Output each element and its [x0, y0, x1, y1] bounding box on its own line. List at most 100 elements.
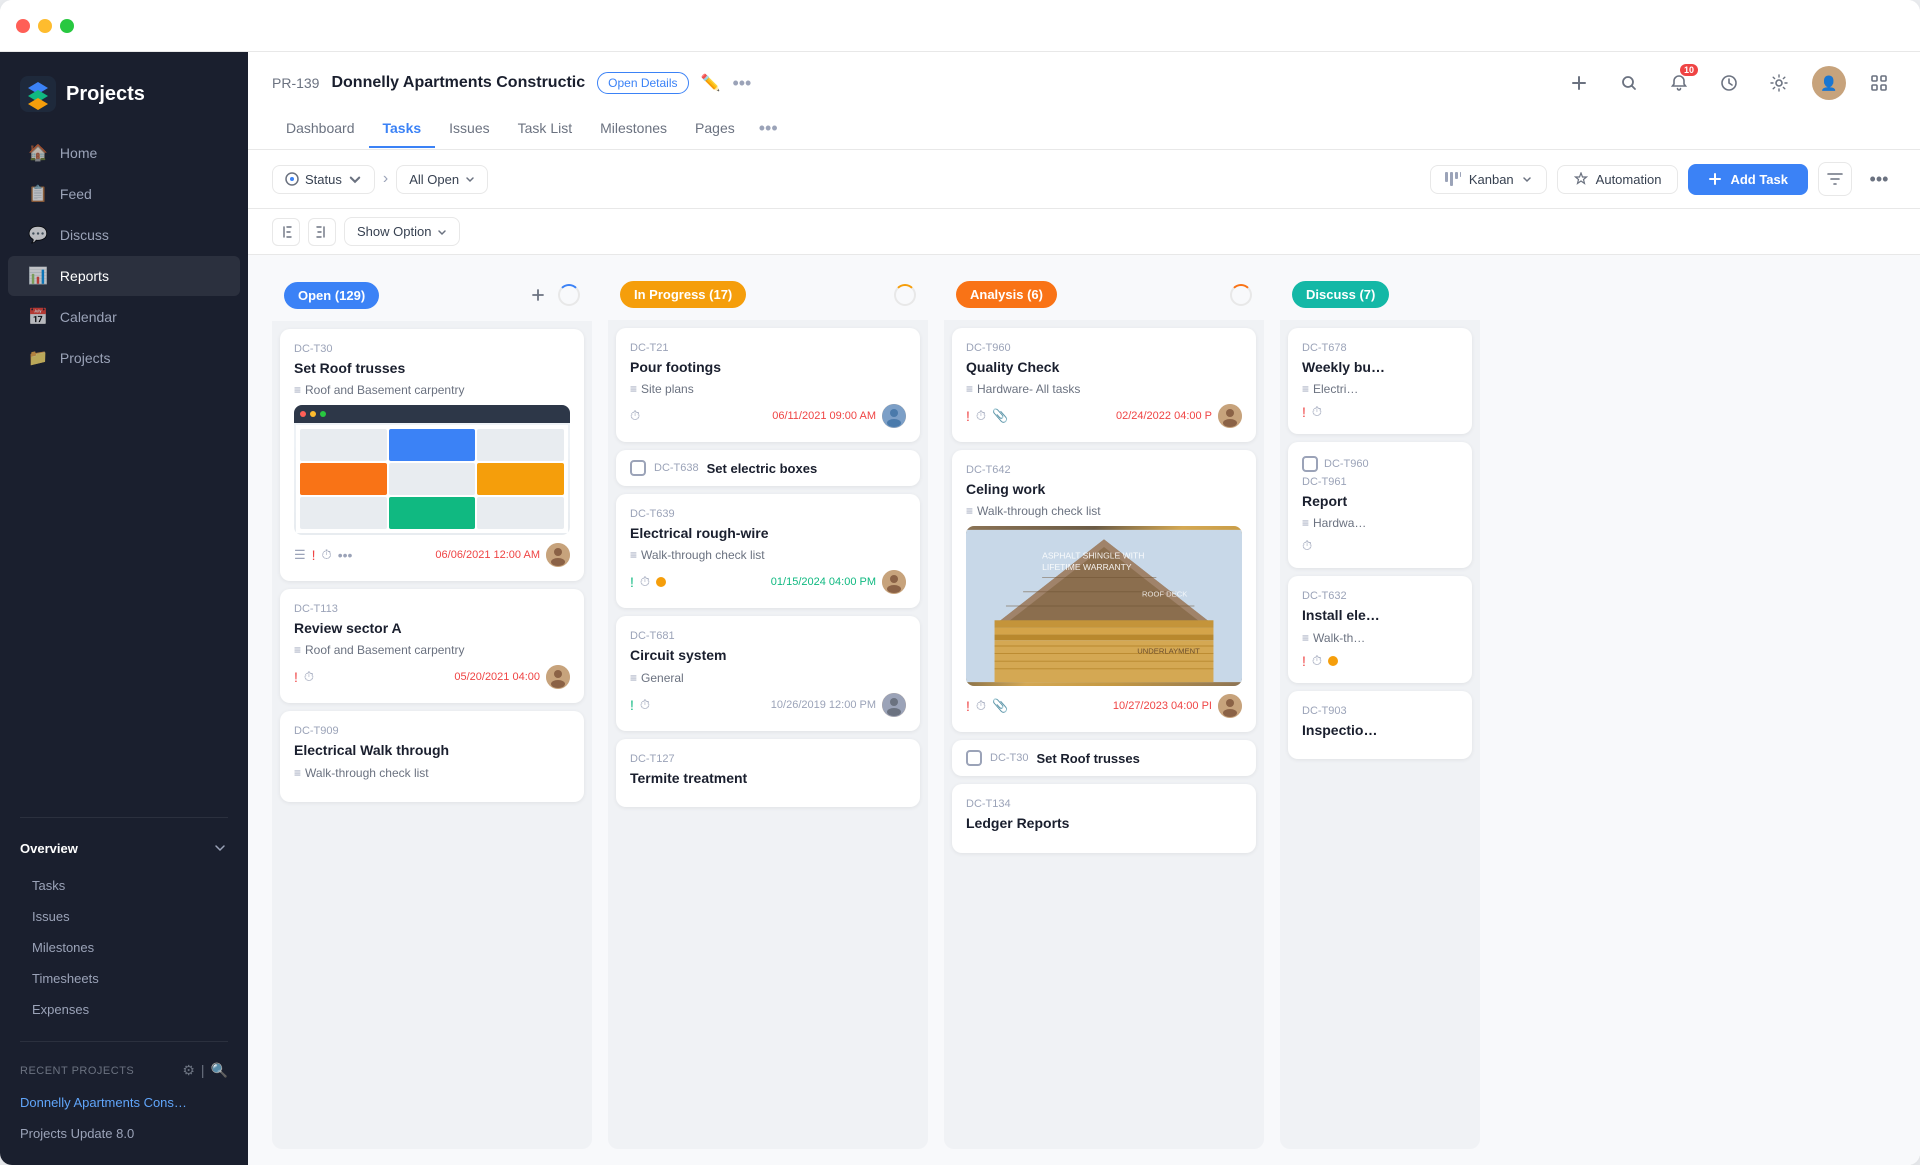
column-analysis-spinner: [1230, 284, 1252, 306]
user-avatar[interactable]: 👤: [1812, 66, 1846, 100]
sidebar-item-discuss[interactable]: 💬 Discuss: [8, 215, 240, 255]
tab-tasks[interactable]: Tasks: [369, 112, 436, 148]
clock-button[interactable]: [1712, 66, 1746, 100]
recent-label: Recent Projects: [20, 1065, 134, 1077]
kanban-icon: [1445, 172, 1461, 186]
tab-issues[interactable]: Issues: [435, 112, 503, 148]
recent-project-donnelly[interactable]: Donnelly Apartments Cons…: [0, 1087, 248, 1118]
list-icon: ≡: [630, 671, 637, 685]
roof-svg: ASPHALT SHINGLE WITH LIFETIME WARRANTY R…: [966, 526, 1242, 686]
recent-project-update[interactable]: Projects Update 8.0: [0, 1118, 248, 1149]
close-button[interactable]: [16, 19, 30, 33]
recent-search-icon[interactable]: 🔍: [211, 1062, 228, 1079]
status-filter-button[interactable]: Status: [272, 165, 375, 194]
all-open-label: All Open: [409, 172, 459, 187]
search-icon: [1620, 74, 1638, 92]
sidebar-logo[interactable]: Projects: [0, 68, 248, 132]
sidebar-item-calendar[interactable]: 📅 Calendar: [8, 297, 240, 337]
group-header-dc-t30[interactable]: DC-T30 Set Roof trusses: [952, 740, 1256, 776]
task-sub: ≡ Walk-th…: [1302, 631, 1458, 645]
collapse-right-button[interactable]: [308, 218, 336, 246]
all-open-filter-button[interactable]: All Open: [396, 165, 488, 194]
task-title: Review sector A: [294, 619, 570, 637]
sidebar-item-milestones[interactable]: Milestones: [0, 932, 248, 963]
more-options-icon[interactable]: •••: [732, 73, 751, 94]
task-card-dc-t21[interactable]: DC-T21 Pour footings ≡ Site plans ⏱: [616, 328, 920, 442]
sidebar-item-tasks[interactable]: Tasks: [0, 870, 248, 901]
overview-label: Overview: [20, 841, 78, 856]
group-label-2: Set Roof trusses: [1037, 751, 1140, 766]
tab-milestones[interactable]: Milestones: [586, 112, 681, 148]
task-card-dc-t960[interactable]: DC-T960 Quality Check ≡ Hardware- All ta…: [952, 328, 1256, 442]
sidebar-item-home[interactable]: 🏠 Home: [8, 133, 240, 173]
tab-task-list[interactable]: Task List: [504, 112, 586, 148]
task-card-dc-t113[interactable]: DC-T113 Review sector A ≡ Roof and Basem…: [280, 589, 584, 703]
grid-button[interactable]: [1862, 66, 1896, 100]
group-header-dc-t638[interactable]: DC-T638 Set electric boxes: [616, 450, 920, 486]
screenshot-dot-yellow: [310, 411, 316, 417]
task-card-dc-t909[interactable]: DC-T909 Electrical Walk through ≡ Walk-t…: [280, 711, 584, 801]
clock-icon: ⏱: [304, 669, 314, 685]
task-card-dc-t30[interactable]: DC-T30 Set Roof trusses ≡ Roof and Basem…: [280, 329, 584, 581]
task-footer-right: 10/26/2019 12:00 PM: [771, 693, 906, 717]
sidebar-item-feed[interactable]: 📋 Feed: [8, 174, 240, 214]
task-card-dc-t639[interactable]: DC-T639 Electrical rough-wire ≡ Walk-thr…: [616, 494, 920, 608]
show-option-button[interactable]: Show Option: [344, 217, 460, 246]
sidebar-item-expenses[interactable]: Expenses: [0, 994, 248, 1025]
group-checkbox-2: [966, 750, 982, 766]
sidebar-item-issues[interactable]: Issues: [0, 901, 248, 932]
main-layout: Projects 🏠 Home 📋 Feed 💬 Discuss 📊 Rep: [0, 52, 1920, 1165]
task-footer: ! ⏱ 📎 10/27/2023 04:00 PI: [966, 694, 1242, 718]
toolbar-more-button[interactable]: •••: [1862, 162, 1896, 196]
svg-text:UNDERLAYMENT: UNDERLAYMENT: [1137, 647, 1200, 656]
task-date: 06/11/2021 09:00 AM: [772, 410, 876, 422]
kanban-label: Kanban: [1469, 172, 1514, 187]
task-card-dc-t678[interactable]: DC-T678 Weekly bu… ≡ Electri… ! ⏱: [1288, 328, 1472, 434]
add-button[interactable]: [1562, 66, 1596, 100]
yellow-dot-indicator: [1328, 656, 1338, 666]
sidebar-divider-2: [20, 1041, 228, 1042]
avatar-img: [1218, 404, 1242, 428]
tab-dashboard[interactable]: Dashboard: [272, 112, 369, 148]
task-card-dc-t961[interactable]: DC-T960 DC-T961 Report ≡ Hardwa… ⏱: [1288, 442, 1472, 568]
task-avatar: [1218, 694, 1242, 718]
list-icon: ≡: [294, 766, 301, 780]
sidebar-item-timesheets[interactable]: Timesheets: [0, 963, 248, 994]
task-sub: ≡ Walk-through check list: [294, 766, 570, 780]
settings-button[interactable]: [1762, 66, 1796, 100]
task-card-dc-t127[interactable]: DC-T127 Termite treatment: [616, 739, 920, 807]
sidebar-item-reports[interactable]: 📊 Reports: [8, 256, 240, 296]
sidebar-item-projects[interactable]: 📁 Projects: [8, 338, 240, 378]
sidebar: Projects 🏠 Home 📋 Feed 💬 Discuss 📊 Rep: [0, 52, 248, 1165]
notifications-button[interactable]: 10: [1662, 66, 1696, 100]
task-sub: ≡ Site plans: [630, 382, 906, 396]
search-button[interactable]: [1612, 66, 1646, 100]
tab-more[interactable]: •••: [749, 110, 788, 149]
filter-button[interactable]: [1818, 162, 1852, 196]
task-footer-left: ! ⏱ 📎: [966, 698, 1008, 714]
kanban-view-button[interactable]: Kanban: [1430, 165, 1547, 194]
recent-filter-icon[interactable]: ⚙: [182, 1062, 195, 1079]
task-footer: ! ⏱ 📎 02/24/2022 04:00 P: [966, 404, 1242, 428]
pencil-icon[interactable]: ✏️: [701, 73, 721, 93]
task-card-dc-t681[interactable]: DC-T681 Circuit system ≡ General ! ⏱: [616, 616, 920, 730]
overview-toggle[interactable]: Overview: [0, 830, 248, 866]
minimize-button[interactable]: [38, 19, 52, 33]
sidebar-divider-1: [20, 817, 228, 818]
column-open-header: Open (129): [272, 271, 592, 319]
yellow-dot-indicator: [656, 577, 666, 587]
kanban-board: Open (129) DC: [248, 255, 1920, 1165]
collapse-left-button[interactable]: [272, 218, 300, 246]
task-card-dc-t642[interactable]: DC-T642 Celing work ≡ Walk-through check…: [952, 450, 1256, 732]
tab-pages[interactable]: Pages: [681, 112, 749, 148]
maximize-button[interactable]: [60, 19, 74, 33]
column-open-add[interactable]: [524, 281, 552, 309]
automation-button[interactable]: Automation: [1557, 165, 1679, 194]
add-task-button[interactable]: Add Task: [1688, 164, 1808, 195]
task-sub: ≡ Walk-through check list: [630, 548, 906, 562]
open-details-button[interactable]: Open Details: [597, 72, 688, 94]
reports-icon: 📊: [28, 266, 48, 286]
task-card-dc-t903[interactable]: DC-T903 Inspectio…: [1288, 691, 1472, 759]
task-card-dc-t632[interactable]: DC-T632 Install ele… ≡ Walk-th… ! ⏱: [1288, 576, 1472, 682]
task-card-dc-t134[interactable]: DC-T134 Ledger Reports: [952, 784, 1256, 852]
